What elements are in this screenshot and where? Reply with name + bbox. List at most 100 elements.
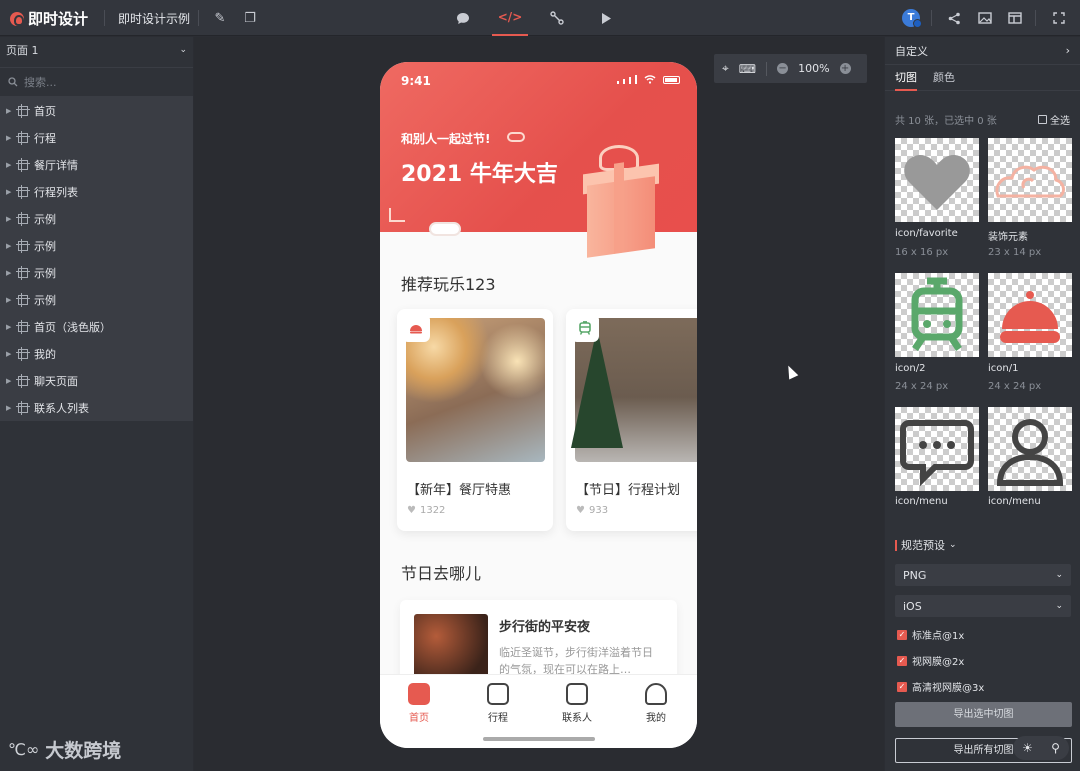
layer-label: 示例 — [34, 293, 56, 307]
checkbox-checked-icon[interactable]: ✓ — [897, 629, 907, 640]
layer-item[interactable]: ▶ 我的 — [0, 340, 193, 367]
layer-label: 示例 — [34, 212, 56, 226]
battery-icon — [663, 76, 680, 84]
prototype-icon[interactable] — [547, 8, 567, 28]
layer-label: 行程 — [34, 131, 56, 145]
tab-itinerary[interactable]: 行程 — [468, 683, 528, 724]
select-all[interactable]: 全选 — [1038, 112, 1070, 127]
caret-right-icon[interactable]: ▶ — [6, 269, 12, 277]
floating-actions: ☀ ⚲ — [1013, 736, 1069, 760]
scale-1x[interactable]: ✓ 标准点@1x — [897, 627, 964, 642]
spec-preset[interactable]: 规范预设 ⌄ — [895, 537, 957, 553]
frame-icon — [16, 184, 30, 199]
layer-item[interactable]: ▶ 示例 — [0, 286, 193, 313]
avatar-status-dot — [913, 19, 922, 28]
layer-item[interactable]: ▶ 首页 — [0, 97, 193, 124]
tab-label: 行程 — [488, 713, 508, 724]
zoom-in-icon[interactable]: + — [839, 63, 851, 74]
frame-icon — [16, 238, 30, 253]
tab-colors[interactable]: 颜色 — [933, 65, 955, 91]
zoom-out-icon[interactable]: − — [777, 63, 789, 74]
caret-right-icon[interactable]: ▶ — [6, 134, 12, 142]
sun-icon[interactable]: ☀ — [1022, 741, 1033, 755]
comment-icon[interactable] — [453, 8, 473, 28]
layer-item[interactable]: ▶ 示例 — [0, 232, 193, 259]
caret-right-icon[interactable]: ▶ — [6, 296, 12, 304]
watermark: ℃∞ 大数跨境 — [8, 736, 121, 763]
image-icon[interactable] — [975, 8, 995, 28]
checkbox-checked-icon[interactable]: ✓ — [897, 655, 907, 666]
asset-thumb-decoration[interactable] — [988, 138, 1072, 222]
tab-contacts[interactable]: 联系人 — [547, 683, 607, 724]
phone-artboard[interactable]: 9:41 和别人一起过节! 2021 牛年大吉 推荐玩乐123 【新年】餐厅特惠… — [380, 62, 697, 748]
panel-header[interactable]: 自定义 › — [885, 37, 1080, 65]
layer-item[interactable]: ▶ 首页（浅色版） — [0, 313, 193, 340]
divider — [931, 10, 932, 26]
layer-item[interactable]: ▶ 聊天页面 — [0, 367, 193, 394]
platform-select[interactable]: iOS ⌄ — [895, 595, 1071, 617]
recommend-cards: 【新年】餐厅特惠 ♥ 1322 【节日】行程计划 ♥ 933 — [397, 309, 697, 531]
layer-item[interactable]: ▶ 示例 — [0, 205, 193, 232]
caret-right-icon[interactable]: ▶ — [6, 188, 12, 196]
asset-thumb-icon1[interactable] — [988, 273, 1072, 357]
checkbox-checked-icon[interactable]: ✓ — [897, 681, 907, 692]
layer-item[interactable]: ▶ 餐厅详情 — [0, 151, 193, 178]
tab-slices[interactable]: 切图 — [895, 65, 917, 91]
caret-right-icon[interactable]: ▶ — [6, 161, 12, 169]
caret-right-icon[interactable]: ▶ — [6, 323, 12, 331]
asset-size: 23 x 14 px — [988, 247, 1042, 258]
play-icon[interactable] — [596, 8, 616, 28]
cloud-decoration-icon — [507, 132, 525, 142]
caret-right-icon[interactable]: ▶ — [6, 377, 12, 385]
layer-label: 行程列表 — [34, 185, 78, 199]
pencil-icon[interactable]: ✎ — [210, 8, 230, 28]
section-title-where: 节日去哪儿 — [401, 564, 482, 583]
layer-label: 首页（浅色版） — [34, 320, 111, 334]
layer-item[interactable]: ▶ 示例 — [0, 259, 193, 286]
chevron-down-icon: ⌄ — [949, 540, 957, 550]
asset-thumb-menu-user[interactable] — [988, 407, 1072, 491]
caret-right-icon[interactable]: ▶ — [6, 242, 12, 250]
frame-icon — [16, 373, 30, 388]
duplicate-icon[interactable]: ❐ — [240, 8, 260, 28]
card-restaurant[interactable]: 【新年】餐厅特惠 ♥ 1322 — [397, 309, 553, 531]
divider — [104, 10, 105, 26]
card-badge — [571, 314, 599, 342]
layout-icon[interactable] — [1005, 8, 1025, 28]
caret-right-icon[interactable]: ▶ — [6, 215, 12, 223]
caret-right-icon[interactable]: ▶ — [6, 404, 12, 412]
caret-right-icon[interactable]: ▶ — [6, 107, 12, 115]
fullscreen-icon[interactable] — [1049, 8, 1069, 28]
scale-2x[interactable]: ✓ 视网膜@2x — [897, 653, 964, 668]
select-all-checkbox[interactable] — [1038, 115, 1047, 124]
card-itinerary[interactable]: 【节日】行程计划 ♥ 933 — [566, 309, 697, 531]
format-select[interactable]: PNG ⌄ — [895, 564, 1071, 586]
keyboard-icon[interactable]: ⌨ — [739, 62, 756, 76]
code-icon[interactable]: </> — [492, 0, 528, 36]
lightbulb-icon[interactable]: ⚲ — [1051, 741, 1060, 755]
layer-item[interactable]: ▶ 行程列表 — [0, 178, 193, 205]
cloud-decoration-icon — [429, 222, 461, 236]
layer-search[interactable]: 搜索... — [0, 67, 193, 97]
zoom-level[interactable]: 100% — [798, 62, 829, 75]
asset-thumb-favorite[interactable] — [895, 138, 979, 222]
chevron-right-icon: › — [1065, 44, 1070, 57]
layer-item[interactable]: ▶ 行程 — [0, 124, 193, 151]
caret-right-icon[interactable]: ▶ — [6, 350, 12, 358]
page-selector[interactable]: 页面 1 ⌄ — [0, 37, 193, 63]
app-logo[interactable]: 即时设计 — [10, 8, 88, 29]
layer-item[interactable]: ▶ 联系人列表 — [0, 394, 193, 421]
asset-thumb-menu-chat[interactable] — [895, 407, 979, 491]
pick-icon[interactable]: ⌖ — [722, 61, 729, 76]
tab-home[interactable]: 首页 — [389, 683, 449, 724]
project-name[interactable]: 即时设计示例 — [118, 10, 190, 27]
tab-mine[interactable]: 我的 — [626, 683, 686, 724]
user-icon — [645, 683, 667, 705]
scale-3x[interactable]: ✓ 高清视网膜@3x — [897, 679, 984, 694]
frame-icon — [16, 103, 30, 118]
logo-text: 即时设计 — [28, 10, 89, 28]
share-icon[interactable] — [944, 8, 964, 28]
export-selected-button[interactable]: 导出选中切图 — [895, 702, 1072, 727]
layer-label: 示例 — [34, 239, 56, 253]
asset-thumb-icon2[interactable] — [895, 273, 979, 357]
